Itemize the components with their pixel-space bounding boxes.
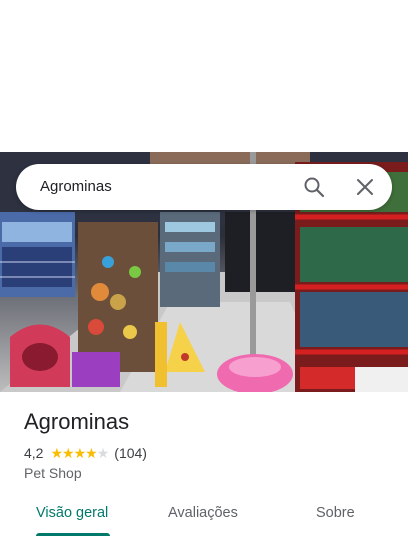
star-filled-icon: ★ (50, 445, 63, 461)
close-icon[interactable] (355, 177, 375, 197)
search-input[interactable]: Agrominas (40, 178, 112, 195)
blank-header-area (0, 0, 408, 152)
search-bar[interactable]: Agrominas (16, 164, 392, 210)
tab-overview[interactable]: Visão geral (36, 505, 108, 521)
star-filled-icon: ★ (73, 445, 87, 461)
tab-about[interactable]: Sobre (316, 505, 355, 521)
rating-row[interactable]: 4,2 ★ ★ ★ ★ ★ (104) (24, 444, 147, 462)
active-tab-indicator (36, 533, 110, 536)
search-icon[interactable] (303, 176, 325, 198)
star-rating: ★ ★ ★ ★ ★ (50, 445, 110, 461)
place-category[interactable]: Pet Shop (24, 465, 82, 481)
rating-value: 4,2 (24, 445, 44, 461)
star-filled-icon: ★ (85, 445, 98, 461)
tab-reviews[interactable]: Avaliações (168, 505, 238, 521)
review-count[interactable]: (104) (114, 445, 147, 461)
place-title: Agrominas (24, 409, 130, 434)
star-empty-icon: ★ (96, 445, 110, 461)
tab-bar: Visão geral Avaliações Sobre (0, 494, 408, 544)
star-filled-icon: ★ (62, 445, 75, 461)
